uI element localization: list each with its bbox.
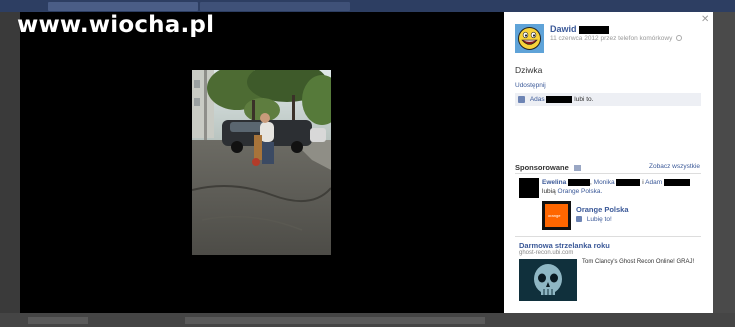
site-watermark: www.wiocha.pl [17,12,215,38]
divider [515,236,701,237]
sponsored-title: Sponsorowane [515,163,581,172]
background-bottom-text [185,317,485,324]
friend-name[interactable]: Ewelina [542,179,566,186]
redaction-bar [616,178,641,186]
post-date[interactable]: 11 czerwca 2012 przez telefon komórkowy [550,35,672,42]
redaction-bar [579,25,610,34]
background-bottom-text [28,317,88,324]
friends-like-line: Ewelina , Monika i Adam lubią Orange Pol… [542,178,707,196]
redaction-bar [546,96,573,103]
author-avatar[interactable] [515,24,544,53]
page-name[interactable]: Orange Polska [576,205,629,214]
thumbs-up-icon [576,216,582,223]
globe-icon [676,35,683,42]
photo-stage[interactable] [20,12,504,313]
likes-name[interactable]: Adas [530,96,545,103]
redaction-bar [568,178,591,186]
friend-separator: i [642,179,644,186]
photo-info-panel: ✕ Dawid 11 czerwca 2012 przez telefon ko… [504,12,713,313]
page-like-button[interactable]: Lubię to! [576,216,612,223]
author-name[interactable]: Dawid [550,24,610,34]
orange-logo[interactable]: orange [542,201,571,230]
post-meta: 11 czerwca 2012 przez telefon komórkowy [550,35,683,42]
background-search-box [48,2,198,11]
divider [515,173,701,174]
ad-body: Tom Clancy's Ghost Recon Online! GRAJ! [582,259,695,265]
likes-suffix: lubi to. [574,96,594,103]
share-link[interactable]: Udostępnij [515,82,546,89]
background-right-column [713,12,735,327]
thumbs-up-icon [518,96,525,103]
close-icon[interactable]: ✕ [701,14,709,25]
author-name-text[interactable]: Dawid [550,24,577,34]
ad-image[interactable] [519,259,577,301]
redaction-bar [663,178,690,186]
orange-logo-square: orange [545,204,568,227]
friend-name[interactable]: Monika [594,179,615,186]
orange-logo-word: orange [548,213,561,218]
skull-icon [519,259,577,301]
page-like-label[interactable]: Lubię to! [587,216,612,223]
see-all-link[interactable]: Zobacz wszystkie [649,163,700,170]
ad-title[interactable]: Darmowa strzelanka roku [519,241,610,250]
photo-image [192,70,331,255]
friend-avatar[interactable] [519,178,539,198]
likes-prefix: lubią [542,188,556,195]
ad-url: ghost-recon.ubi.com [519,250,574,256]
page-link[interactable]: Orange Polska. [558,188,603,195]
photo-caption: Dziwka [515,65,543,75]
ad-icon [573,165,581,172]
likes-bar: Adas lubi to. [515,93,701,106]
awesome-face-icon [515,24,544,53]
friend-name[interactable]: Adam [645,179,662,186]
photo[interactable] [192,70,331,255]
sponsored-title-text: Sponsorowane [515,163,569,172]
background-nav [200,2,350,11]
